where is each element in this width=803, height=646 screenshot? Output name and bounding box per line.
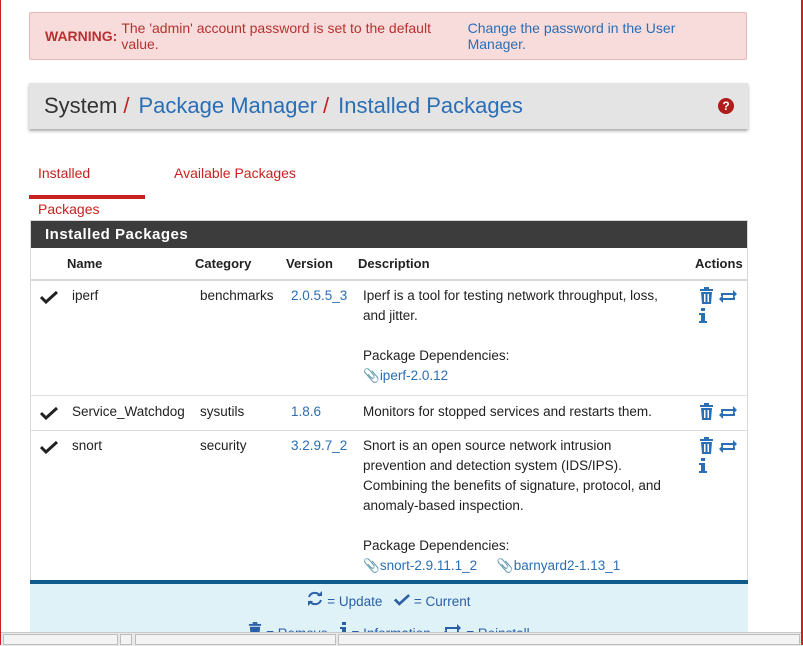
package-version-link[interactable]: 2.0.5.5_3 [291, 288, 347, 303]
description-line: anomaly-based inspection. [363, 498, 524, 513]
package-name: snort [72, 438, 103, 453]
breadcrumb-package-manager[interactable]: Package Manager [138, 93, 317, 119]
legend-update-label: = Update [327, 594, 383, 609]
status-segment [135, 634, 336, 645]
breadcrumb: System / Package Manager / Installed Pac… [29, 83, 748, 129]
legend-update: = Update [307, 591, 382, 609]
col-version: Version [286, 256, 333, 271]
installed-packages-panel: Installed Packages Name Category Version… [30, 220, 748, 640]
package-name: Service_Watchdog [72, 404, 185, 419]
tab-bar: Installed Packages Available Packages [29, 155, 429, 217]
change-password-link[interactable]: Change the password in the User Manager. [468, 20, 731, 52]
row-actions [699, 437, 738, 477]
dependency-name: barnyard2-1.13_1 [513, 558, 621, 573]
status-bar [1, 632, 801, 646]
breadcrumb-separator: / [323, 93, 330, 118]
reinstall-icon[interactable] [718, 405, 738, 420]
package-version-link[interactable]: 1.8.6 [291, 404, 321, 419]
col-description: Description [358, 256, 430, 271]
dependency-link[interactable]: 📎iperf-2.0.12 [363, 368, 448, 383]
package-version-link[interactable]: 3.2.9.7_2 [291, 438, 347, 453]
description-line: and jitter. [363, 308, 418, 323]
tab-available-packages[interactable]: Available Packages [165, 155, 305, 199]
col-name: Name [67, 256, 103, 271]
table-row: snort security 3.2.9.7_2 Snort is an ope… [31, 431, 747, 586]
description-line: Iperf is a tool for testing network thro… [363, 288, 658, 303]
trash-icon[interactable] [699, 437, 714, 454]
dependency-name: snort-2.9.11.1_2 [379, 558, 478, 573]
alert-label: WARNING: [45, 28, 118, 44]
breadcrumb-separator: / [123, 93, 130, 118]
status-segment [3, 634, 118, 645]
panel-title: Installed Packages [31, 221, 747, 248]
refresh-icon [308, 591, 323, 606]
check-icon [394, 594, 411, 606]
status-segment [120, 634, 132, 645]
check-icon [40, 440, 58, 454]
legend-current: = Current [394, 593, 471, 609]
table-header: Name Category Version Description Action… [31, 248, 747, 281]
help-icon[interactable]: ? [718, 98, 734, 114]
trash-icon[interactable] [699, 403, 714, 420]
paperclip-icon: 📎 [363, 558, 380, 573]
check-icon [40, 406, 58, 420]
description-line: prevention and detection system (IDS/IPS… [363, 458, 622, 473]
package-category: sysutils [200, 404, 245, 419]
breadcrumb-root: System [44, 93, 118, 118]
dependencies-label: Package Dependencies: [363, 538, 510, 553]
dependencies-label: Package Dependencies: [363, 348, 510, 363]
package-category: security [200, 438, 247, 453]
package-description: Iperf is a tool for testing network thro… [363, 286, 658, 386]
table-row: iperf benchmarks 2.0.5.5_3 Iperf is a to… [31, 281, 747, 396]
status-segment [338, 634, 800, 645]
alert-message: The 'admin' account password is set to t… [121, 20, 431, 52]
description-line: Combining the benefits of signature, pro… [363, 478, 661, 493]
reinstall-icon[interactable] [718, 289, 738, 304]
legend-current-label: = Current [413, 594, 471, 609]
dependency-name: iperf-2.0.12 [379, 368, 449, 383]
info-icon[interactable] [699, 308, 707, 324]
warning-alert: WARNING: The 'admin' account password is… [29, 12, 747, 60]
paperclip-icon: 📎 [363, 368, 380, 383]
package-description: Snort is an open source network intrusio… [363, 436, 661, 576]
reinstall-icon[interactable] [718, 439, 738, 454]
package-category: benchmarks [200, 288, 274, 303]
package-name: iperf [72, 288, 99, 303]
dependency-link[interactable]: 📎barnyard2-1.13_1 [497, 558, 620, 573]
breadcrumb-installed-packages[interactable]: Installed Packages [338, 93, 523, 119]
col-category: Category [195, 256, 252, 271]
row-actions [699, 287, 738, 327]
window-border-left [0, 0, 1, 645]
check-icon [40, 290, 58, 304]
description-line: Snort is an open source network intrusio… [363, 438, 612, 453]
row-actions [699, 403, 738, 423]
tab-installed-packages[interactable]: Installed Packages [29, 155, 145, 217]
info-icon[interactable] [699, 458, 707, 474]
paperclip-icon: 📎 [496, 558, 514, 573]
trash-icon[interactable] [699, 287, 714, 304]
package-description: Monitors for stopped services and restar… [363, 404, 652, 419]
table-row: Service_Watchdog sysutils 1.8.6 Monitors… [31, 396, 747, 431]
col-actions: Actions [695, 256, 743, 271]
dependency-link[interactable]: 📎snort-2.9.11.1_2 [363, 558, 477, 573]
